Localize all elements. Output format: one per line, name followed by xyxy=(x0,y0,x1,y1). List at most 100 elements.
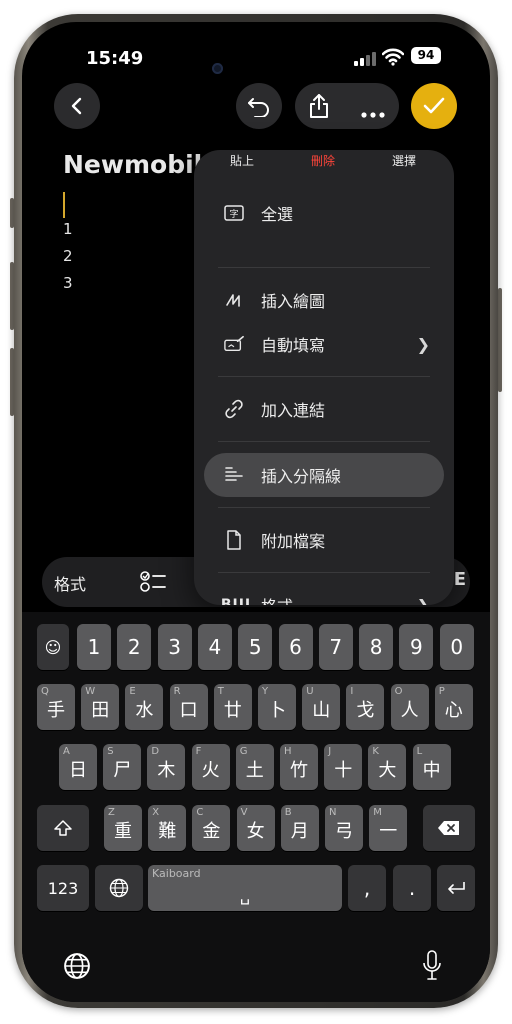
comma-label: , xyxy=(363,876,371,900)
space-key[interactable]: Kaiboard ␣ xyxy=(148,865,342,911)
menu-item-insert-divider[interactable]: 插入分隔線 xyxy=(194,453,454,497)
character-key[interactable]: W田 xyxy=(81,684,120,730)
key-label: 手 xyxy=(47,700,65,721)
character-key[interactable]: O人 xyxy=(390,684,429,730)
power-button[interactable] xyxy=(498,288,502,392)
menu-item-select-all[interactable]: 字 全選 xyxy=(194,191,454,235)
key-label: 口 xyxy=(179,700,198,721)
note-line-3[interactable]: 3 xyxy=(63,274,73,292)
number-key[interactable]: 6 xyxy=(278,624,313,670)
menu-divider xyxy=(218,376,430,377)
globe-key[interactable] xyxy=(95,865,143,911)
note-line-2[interactable]: 2 xyxy=(63,247,73,265)
key-label: 難 xyxy=(158,821,177,842)
share-button[interactable] xyxy=(307,93,331,123)
character-key[interactable]: B月 xyxy=(280,805,319,851)
period-label: . xyxy=(408,876,416,900)
number-key[interactable]: 1 xyxy=(77,624,111,670)
divider-lines-icon xyxy=(224,465,244,485)
status-time: 15:49 xyxy=(86,48,144,69)
character-key[interactable]: M一 xyxy=(369,805,408,851)
shift-key[interactable] xyxy=(37,805,89,851)
note-title[interactable]: Newmobil xyxy=(63,150,202,179)
key-label: 土 xyxy=(245,760,264,781)
character-key[interactable]: J十 xyxy=(324,744,363,790)
status-bar: 15:49 94 xyxy=(22,22,490,82)
menu-item-attach-file[interactable]: 附加檔案 xyxy=(194,518,454,562)
menu-item-label: 格式 xyxy=(261,593,293,605)
number-key[interactable]: 3 xyxy=(157,624,192,670)
character-key[interactable]: A日 xyxy=(59,744,97,790)
number-key[interactable]: 0 xyxy=(439,624,474,670)
toolbar-format-button[interactable]: 格式 xyxy=(54,571,86,595)
character-key[interactable]: X難 xyxy=(148,805,187,851)
character-key[interactable]: L中 xyxy=(412,744,451,790)
share-icon xyxy=(310,94,328,118)
character-key[interactable]: C金 xyxy=(192,805,231,851)
character-key[interactable]: V女 xyxy=(236,805,275,851)
number-key[interactable]: 5 xyxy=(238,624,273,670)
back-button[interactable] xyxy=(54,83,100,129)
number-key[interactable]: 9 xyxy=(399,624,434,670)
menu-item-label: 附加檔案 xyxy=(261,532,326,551)
checklist-icon[interactable] xyxy=(140,570,168,594)
character-key[interactable]: K大 xyxy=(368,744,407,790)
paste-action[interactable]: 貼上 xyxy=(230,152,254,169)
wifi-icon xyxy=(382,48,404,66)
character-key[interactable]: S尸 xyxy=(103,744,142,790)
menu-item-insert-drawing[interactable]: 插入繪圖 xyxy=(194,278,454,322)
chevron-right-icon: ❯ xyxy=(416,595,430,606)
character-key[interactable]: Z重 xyxy=(104,805,142,851)
character-key[interactable]: D木 xyxy=(147,744,186,790)
keyboard-switch-globe[interactable] xyxy=(63,952,91,984)
done-button[interactable] xyxy=(411,83,457,129)
emoji-key[interactable]: ☺ xyxy=(37,624,69,670)
select-all-icon: 字 xyxy=(224,203,244,223)
character-key[interactable]: T廿 xyxy=(213,684,252,730)
menu-item-format[interactable]: BIU 格式 ❯ xyxy=(194,583,454,606)
note-line-1[interactable]: 1 xyxy=(63,220,73,238)
numbers-key[interactable]: 123 xyxy=(37,865,89,911)
key-label: 日 xyxy=(69,760,87,781)
character-key[interactable]: Q手 xyxy=(37,684,75,730)
character-key[interactable]: N弓 xyxy=(325,805,363,851)
key-label: 一 xyxy=(379,821,398,842)
more-button[interactable] xyxy=(361,103,385,122)
ellipsis-icon xyxy=(361,112,385,118)
character-key[interactable]: Y卜 xyxy=(258,684,296,730)
number-key[interactable]: 8 xyxy=(359,624,394,670)
key-label: 女 xyxy=(246,821,265,842)
key-label: 廿 xyxy=(223,700,242,721)
number-key[interactable]: 4 xyxy=(197,624,232,670)
character-key[interactable]: U山 xyxy=(302,684,341,730)
period-key[interactable]: . xyxy=(393,865,431,911)
dictation-button[interactable] xyxy=(422,950,442,986)
delete-key[interactable] xyxy=(423,805,475,851)
svg-text:字: 字 xyxy=(229,208,238,220)
character-key[interactable]: F火 xyxy=(191,744,230,790)
comma-key[interactable]: , xyxy=(348,865,386,911)
number-key[interactable]: 2 xyxy=(117,624,152,670)
undo-button[interactable] xyxy=(236,83,282,129)
character-key[interactable]: G土 xyxy=(235,744,274,790)
menu-item-autofill[interactable]: 自動填寫 ❯ xyxy=(194,322,454,366)
key-label: 竹 xyxy=(290,760,308,781)
character-key[interactable]: P心 xyxy=(434,684,473,730)
key-label: 木 xyxy=(157,760,176,781)
delete-action[interactable]: 刪除 xyxy=(311,152,335,169)
link-icon xyxy=(224,399,244,419)
key-label: 山 xyxy=(312,700,331,721)
select-action[interactable]: 選擇 xyxy=(392,152,416,169)
cellular-signal-icon xyxy=(354,52,376,66)
key-label: 田 xyxy=(91,700,110,721)
character-key[interactable]: E水 xyxy=(125,684,164,730)
character-key[interactable]: H竹 xyxy=(280,744,318,790)
return-key[interactable] xyxy=(437,865,475,911)
number-key[interactable]: 7 xyxy=(318,624,353,670)
toolbar-overflow-glyph[interactable]: E xyxy=(454,569,466,590)
menu-item-label: 全選 xyxy=(261,205,294,224)
pencil-scribble-icon xyxy=(224,290,244,310)
character-key[interactable]: R口 xyxy=(169,684,208,730)
character-key[interactable]: I戈 xyxy=(346,684,385,730)
menu-item-add-link[interactable]: 加入連結 xyxy=(194,387,454,431)
